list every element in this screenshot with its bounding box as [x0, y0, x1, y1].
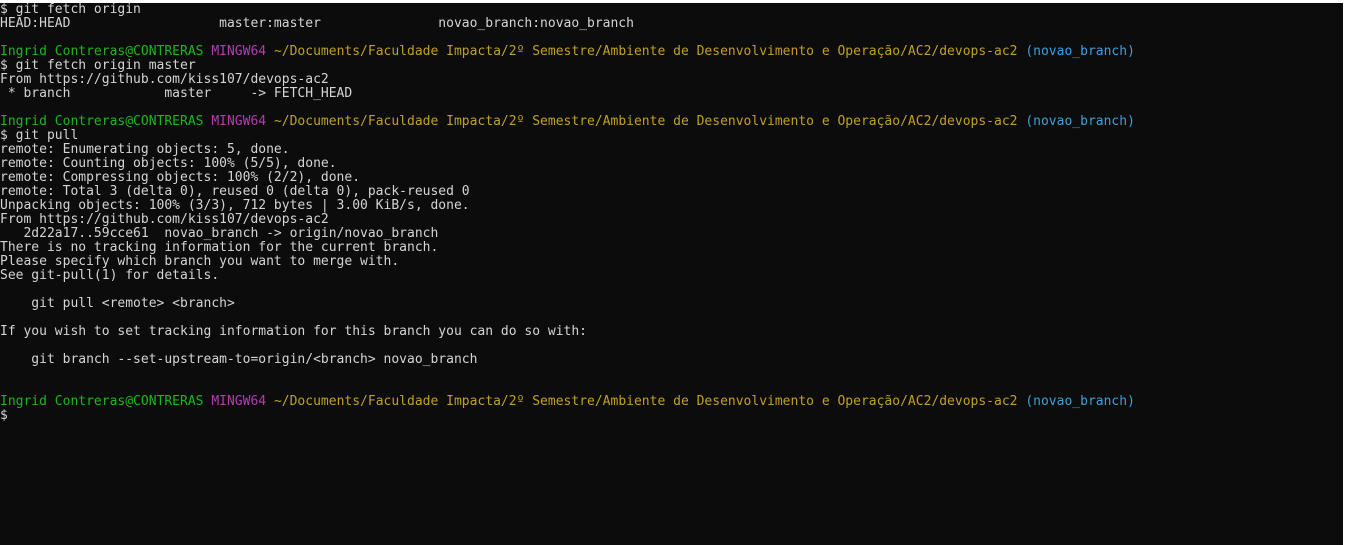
prompt-system: MINGW64 [211, 394, 267, 409]
prompt-user: Ingrid Contreras@CONTRERAS [0, 394, 204, 409]
terminal-line: remote: Compressing objects: 100% (2/2),… [0, 170, 361, 185]
prompt-branch: (novao_branch) [1025, 114, 1135, 129]
terminal-line: Unpacking objects: 100% (3/3), 712 bytes… [0, 198, 470, 213]
prompt-system: MINGW64 [211, 44, 267, 59]
terminal-line: If you wish to set tracking information … [0, 324, 587, 339]
prompt-line: Ingrid Contreras@CONTRERAS MINGW64 ~/Doc… [0, 45, 1343, 59]
prompt-user: Ingrid Contreras@CONTRERAS [0, 44, 204, 59]
terminal-line: HEAD:HEAD master:master novao_branch:nov… [0, 16, 634, 31]
terminal-line: remote: Enumerating objects: 5, done. [0, 142, 290, 157]
terminal-output[interactable]: $ git fetch origin HEAD:HEAD master:maste… [0, 3, 1343, 423]
prompt-line: Ingrid Contreras@CONTRERAS MINGW64 ~/Doc… [0, 115, 1343, 129]
terminal-line: 2d22a17..59cce61 novao_branch -> origin/… [0, 226, 439, 241]
terminal-line: $ [0, 408, 8, 423]
terminal-line: Please specify which branch you want to … [0, 254, 400, 269]
prompt-path: ~/Documents/Faculdade Impacta/2º Semestr… [273, 114, 1018, 129]
prompt-system: MINGW64 [211, 114, 267, 129]
terminal-line: From https://github.com/kiss107/devops-a… [0, 212, 329, 227]
terminal-line: See git-pull(1) for details. [0, 268, 220, 283]
terminal-line: remote: Total 3 (delta 0), reused 0 (del… [0, 184, 470, 199]
prompt-path: ~/Documents/Faculdade Impacta/2º Semestr… [273, 44, 1018, 59]
terminal-line: $ git fetch origin master [0, 58, 196, 73]
prompt-line: Ingrid Contreras@CONTRERAS MINGW64 ~/Doc… [0, 395, 1343, 409]
terminal-window[interactable]: $ git fetch origin HEAD:HEAD master:maste… [0, 3, 1343, 545]
terminal-line: git branch --set-upstream-to=origin/<bra… [0, 352, 478, 367]
terminal-line: $ git fetch origin [0, 3, 141, 17]
terminal-line: From https://github.com/kiss107/devops-a… [0, 72, 329, 87]
terminal-line: remote: Counting objects: 100% (5/5), do… [0, 156, 337, 171]
prompt-branch: (novao_branch) [1025, 44, 1135, 59]
terminal-line: * branch master -> FETCH_HEAD [0, 86, 353, 101]
terminal-line: $ git pull [0, 128, 79, 143]
prompt-user: Ingrid Contreras@CONTRERAS [0, 114, 204, 129]
terminal-line: There is no tracking information for the… [0, 240, 439, 255]
prompt-branch: (novao_branch) [1025, 394, 1135, 409]
terminal-line: git pull <remote> <branch> [0, 296, 235, 311]
prompt-path: ~/Documents/Faculdade Impacta/2º Semestr… [273, 394, 1018, 409]
